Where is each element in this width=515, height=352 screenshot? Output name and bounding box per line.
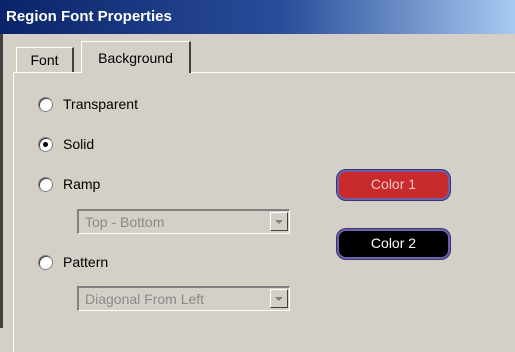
pattern-value: Diagonal From Left [85, 291, 205, 307]
ramp-dropdown-button[interactable] [270, 212, 288, 231]
radio-pattern-button[interactable] [38, 254, 53, 270]
radio-transparent[interactable]: Transparent [38, 93, 138, 115]
radio-solid-button[interactable] [38, 136, 53, 152]
chevron-down-icon [275, 296, 283, 301]
radio-transparent-label: Transparent [63, 96, 138, 112]
color2-label: Color 2 [370, 235, 417, 251]
color1-label: Color 1 [370, 176, 417, 192]
ramp-direction-value: Top - Bottom [85, 214, 165, 230]
chevron-down-icon [275, 219, 283, 224]
radio-transparent-button[interactable] [38, 96, 53, 112]
radio-ramp[interactable]: Ramp [38, 173, 100, 195]
radio-ramp-label: Ramp [63, 176, 101, 192]
radio-pattern-label: Pattern [63, 254, 109, 270]
tab-background[interactable]: Background [81, 41, 191, 73]
radio-solid[interactable]: Solid [38, 133, 94, 155]
window-left-edge [0, 34, 3, 328]
dialog-title: Region Font Properties [6, 8, 172, 25]
tab-background-label: Background [98, 50, 173, 66]
tab-font-label: Font [30, 52, 59, 68]
color1-button[interactable]: Color 1 [337, 170, 450, 200]
dialog-title-bar[interactable]: Region Font Properties [0, 0, 515, 34]
radio-solid-label: Solid [63, 136, 95, 152]
pattern-select[interactable]: Diagonal From Left [77, 286, 290, 311]
radio-pattern[interactable]: Pattern [38, 251, 108, 273]
pattern-dropdown-button[interactable] [270, 289, 288, 308]
tab-font[interactable]: Font [16, 47, 74, 74]
color2-button[interactable]: Color 2 [337, 229, 450, 259]
radio-ramp-button[interactable] [38, 176, 53, 192]
ramp-direction-select[interactable]: Top - Bottom [77, 209, 290, 234]
